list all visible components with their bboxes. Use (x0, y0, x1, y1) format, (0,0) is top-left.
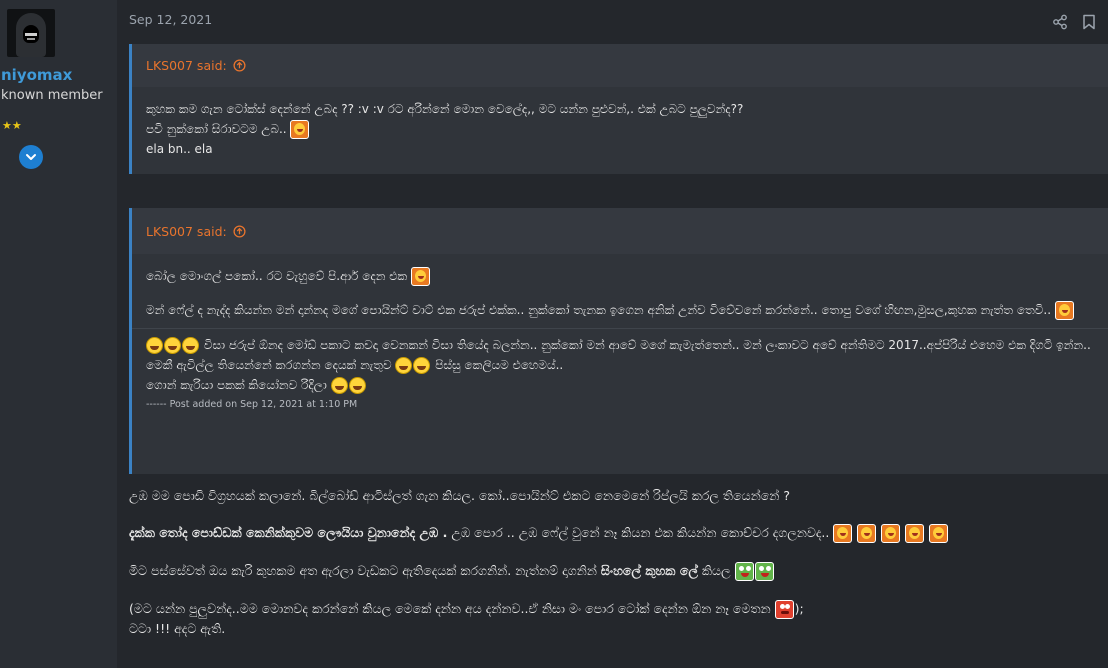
quote-block-1: LKS007 said: කුහක කම ගැන ටෝක්ස් දෙන්නේ උ… (129, 44, 1108, 174)
quote-line: පවි නුක්කෝ සිරාවටම උබ.. (146, 119, 1094, 139)
avatar-mask (25, 33, 37, 36)
user-title: known member (1, 88, 103, 103)
reply-text: ); (794, 601, 804, 616)
tears-of-joy-emoji-icon (146, 337, 163, 354)
bookmark-icon[interactable] (1082, 14, 1096, 30)
expand-user-info-button[interactable] (19, 145, 43, 169)
tears-of-joy-emoji-icon (348, 377, 366, 394)
chevron-down-icon (26, 154, 36, 160)
reply-paragraph: උඹ මම පොඩි විග්‍රහයක් කලානේ. බිල්බෝඩ් ආට… (129, 488, 791, 503)
quote-line: කුහක කම ගැන ටෝක්ස් දෙන්නේ උබද ?? :v :v ර… (146, 102, 744, 116)
laugh-emoji-icon (290, 120, 310, 139)
reply-text: (මට යන්න පුලුවන්ද..මම මොනවද කරන්නේ කියල … (129, 601, 771, 616)
quote-text: පවි නුක්කෝ සිරාවටම උබ.. (146, 122, 287, 136)
laugh-emoji-icon (905, 524, 925, 543)
arrow-up-circle-icon[interactable] (233, 224, 246, 238)
arrow-up-circle-icon[interactable] (233, 59, 246, 72)
tears-of-joy-emoji-icon (164, 337, 181, 354)
tears-of-joy-emoji-icon (395, 357, 413, 374)
frog-laugh-emoji-icon (734, 562, 754, 581)
quote-line: මෙකී ඇවිල්ල තියෙන්නේ කරගන්න දෙයක් නැතුව … (146, 355, 1094, 375)
reply-bold-text: දැක්ක තෝද පොඩ්ඩක් කෙනික්කුවම ලෞයියා වුනා… (129, 525, 448, 540)
reply-text: මිට පස්සේවත් ඔය කැරි කුහකම අත ඇරලා වැඩකට… (129, 563, 597, 578)
laugh-emoji-icon (833, 524, 853, 543)
quote-text: මෙකී ඇවිල්ල තියෙන්නේ කරගන්න දෙයක් නැතුව (146, 358, 392, 372)
reply-paragraph: මිට පස්සේවත් ඔය කැරි කුහකම අත ඇරලා වැඩකට… (129, 561, 1104, 581)
post-date[interactable]: Sep 12, 2021 (129, 12, 212, 27)
quote-text: මන් ෆේල් ද නැද්ද කියන්න මන් දාන්නද මගේ ප… (146, 303, 1052, 317)
tears-of-joy-emoji-icon (330, 377, 348, 394)
share-icon[interactable] (1052, 14, 1068, 30)
post-content: උඹ මම පොඩි විග්‍රහයක් කලානේ. බිල්බෝඩ් ආට… (129, 486, 1104, 638)
frog-laugh-emoji-icon (754, 562, 774, 581)
quote-block-2: LKS007 said: බෝල මොංගල් පකෝ.. රට වැහුවේ … (129, 208, 1108, 474)
divider (132, 328, 1108, 329)
post-added-note: ------ Post added on Sep 12, 2021 at 1:1… (146, 399, 358, 410)
quote-text: විසා ජරුප් ඕනද මෝඩ් පකාට කවදා වෙනකන් විස… (203, 338, 1091, 352)
reply-bold-text: සිංහලේ කුහක ලේ (600, 563, 698, 578)
quote-text: පිස්සු කෙලියම එහෙමය්.. (435, 358, 564, 372)
laugh-emoji-icon (881, 524, 901, 543)
quote-author[interactable]: LKS007 said: (146, 58, 227, 73)
tears-of-joy-emoji-icon (182, 337, 199, 354)
reply-text: කියල (701, 563, 731, 578)
quote-line: මන් ෆේල් ද නැද්ද කියන්න මන් දාන්නද මගේ ප… (146, 300, 1094, 320)
user-rank-stars: ★★ (2, 119, 22, 132)
quote-text: බෝල මොංගල් පකෝ.. රට වැහුවේ පි.ආර් දෙන එක (146, 269, 408, 283)
avatar-mask-lower (27, 38, 35, 40)
quote-header[interactable]: LKS007 said: (132, 208, 1108, 254)
quote-line: බෝල මොංගල් පකෝ.. රට වැහුවේ පි.ආර් දෙන එක (146, 266, 1094, 286)
angry-emoji-icon (774, 600, 794, 619)
quote-header[interactable]: LKS007 said: (132, 44, 1108, 87)
quote-body: බෝල මොංගල් පකෝ.. රට වැහුවේ පි.ආර් දෙන එක… (132, 254, 1108, 415)
tears-of-joy-emoji-icon (413, 357, 431, 374)
laugh-emoji-icon (857, 524, 877, 543)
quote-line: විසා ජරුප් ඕනද මෝඩ් පකාට කවදා වෙනකන් විස… (146, 335, 1094, 355)
laugh-emoji-icon (929, 524, 949, 543)
quote-text: ගොන් කැරියා පකක් කියෝනව රිදිලා (146, 378, 327, 392)
quote-line: ගොන් කැරියා පකක් කියෝනව රිදිලා (146, 375, 1094, 395)
quote-author[interactable]: LKS007 said: (146, 224, 227, 239)
reply-paragraph: ටටා !!! අදට ඇති. (129, 621, 226, 636)
username-link[interactable]: niyomax (1, 66, 72, 84)
reply-paragraph: දැක්ක තෝද පොඩ්ඩක් කෙනික්කුවම ලෞයියා වුනා… (129, 523, 1104, 543)
reply-paragraph: (මට යන්න පුලුවන්ද..මම මොනවද කරන්නේ කියල … (129, 599, 1104, 619)
avatar[interactable] (7, 9, 55, 57)
reply-text: උඹ පොර .. උඹ ෆේල් වුනේ නෑ කියන එක කියන්න… (451, 525, 830, 540)
quote-line: ela bn.. ela (146, 142, 213, 156)
laugh-emoji-icon (1054, 301, 1074, 320)
user-sidebar: niyomax known member ★★ (0, 0, 117, 668)
quote-body: කුහක කම ගැන ටෝක්ස් දෙන්නේ උබද ?? :v :v ර… (132, 87, 1108, 159)
laugh-emoji-icon (411, 267, 430, 286)
